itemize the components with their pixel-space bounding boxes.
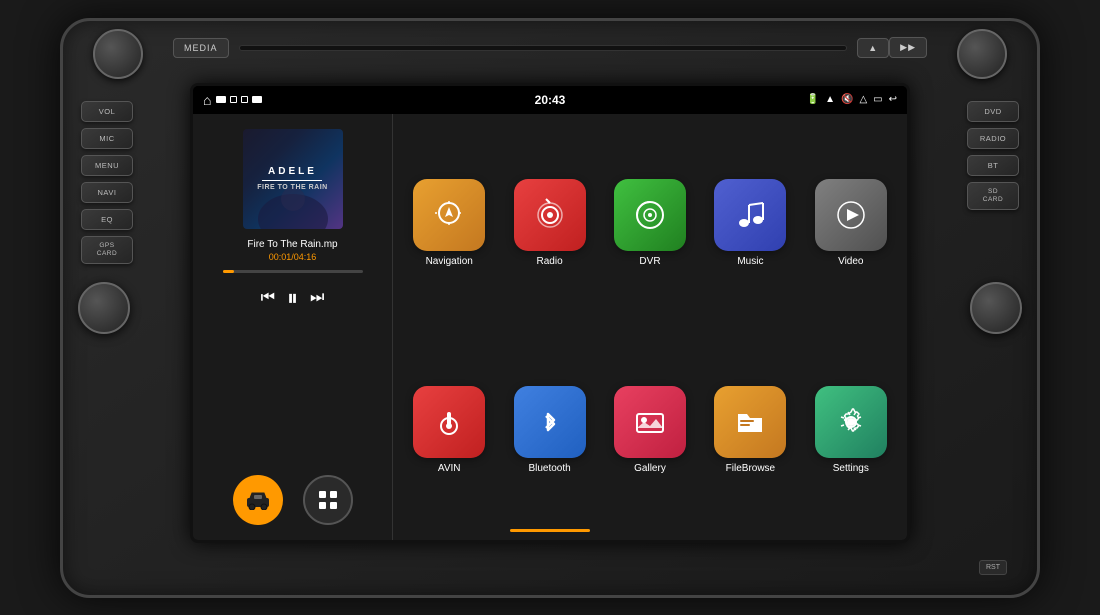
track-time: 00:01/04:16 (269, 252, 317, 262)
app-music[interactable]: Music (704, 124, 796, 323)
navi-button[interactable]: NAVI (81, 182, 133, 203)
main-screen: ⌂ 20:43 🔋 ▲ 🔇 △ ▭ ↩ (190, 83, 910, 543)
gps-card-button[interactable]: GPSCARD (81, 236, 133, 265)
sd-card-button[interactable]: SDCARD (967, 182, 1019, 211)
left-side-buttons: VOL MIC MENU NAVI EQ GPSCARD (81, 101, 133, 265)
album-art-inner: ADELE FIRE TO THE RAIN (243, 129, 343, 229)
settings-icon (815, 386, 887, 458)
status-bar: ⌂ 20:43 🔋 ▲ 🔇 △ ▭ ↩ (193, 86, 907, 114)
album-art: ADELE FIRE TO THE RAIN (243, 129, 343, 229)
current-time: 00:01 (269, 252, 292, 262)
app-radio[interactable]: Radio (503, 124, 595, 323)
video-icon (815, 179, 887, 251)
settings-label: Settings (833, 463, 869, 474)
back-icon: ↩ (889, 94, 897, 105)
right-top-knob[interactable] (957, 29, 1007, 79)
dvr-label: DVR (639, 256, 660, 267)
eq-button[interactable]: EQ (81, 209, 133, 230)
rst-button[interactable]: RST (979, 560, 1007, 575)
video-label: Video (838, 256, 863, 267)
left-top-knob[interactable] (93, 29, 143, 79)
indicator-1 (216, 96, 226, 103)
music-icon (714, 179, 786, 251)
status-time: 20:43 (535, 93, 566, 107)
play-pause-button[interactable]: ⏸ (287, 285, 298, 311)
app-navigation[interactable]: Navigation (403, 124, 495, 323)
car-head-unit: MEDIA ▲ ▶▶ VOL MIC MENU NAVI EQ GPSCARD … (60, 18, 1040, 598)
playback-controls: ⏮ ⏸ ⏭ (261, 285, 325, 311)
home-icon[interactable]: ⌂ (203, 92, 211, 108)
app-bluetooth[interactable]: Bluetooth (503, 331, 595, 530)
progress-fill (223, 270, 234, 273)
indicator-2 (230, 96, 237, 103)
bt-button[interactable]: BT (967, 155, 1019, 176)
dvd-button[interactable]: DVD (967, 101, 1019, 122)
indicator-3 (241, 96, 248, 103)
gallery-label: Gallery (634, 463, 666, 474)
dvr-icon (614, 179, 686, 251)
menu-button[interactable]: MENU (81, 155, 133, 176)
sound-icon: 🔇 (841, 94, 853, 105)
adele-label: ADELE (257, 166, 327, 177)
battery-status-icon: 🔋 (807, 94, 819, 105)
left-volume-knob[interactable] (78, 282, 130, 334)
app-dvr[interactable]: DVR (604, 124, 696, 323)
indicator-4 (252, 96, 262, 103)
navigation-label: Navigation (426, 256, 473, 267)
filebrowser-label: FileBrowse (726, 463, 775, 474)
radio-button[interactable]: RADIO (967, 128, 1019, 149)
navigation-icon (413, 179, 485, 251)
status-bar-left: ⌂ (203, 92, 262, 108)
triangle-icon: △ (859, 94, 867, 105)
app-grid-button[interactable] (303, 475, 353, 525)
app-filebrowser[interactable]: FileBrowse (704, 331, 796, 530)
avin-label: AVIN (438, 463, 461, 474)
status-indicators (216, 96, 262, 103)
wifi-icon: ▲ (825, 94, 835, 105)
car-mode-button[interactable] (233, 475, 283, 525)
content-area: ADELE FIRE TO THE RAIN Fire To The Rain.… (193, 114, 907, 540)
skip-button[interactable]: ▶▶ (889, 37, 927, 58)
right-side-buttons: DVD RADIO BT SDCARD (967, 101, 1019, 211)
mic-button[interactable]: MIC (81, 128, 133, 149)
media-button[interactable]: MEDIA (173, 38, 229, 58)
home-indicator (510, 529, 590, 532)
status-bar-right: 🔋 ▲ 🔇 △ ▭ ↩ (807, 94, 897, 105)
avin-icon (413, 386, 485, 458)
cd-slot (239, 45, 848, 51)
app-settings[interactable]: Settings (805, 331, 897, 530)
gallery-icon (614, 386, 686, 458)
total-time: 04:16 (294, 252, 317, 262)
app-grid: Navigation Radio (393, 114, 907, 540)
music-player-panel: ADELE FIRE TO THE RAIN Fire To The Rain.… (193, 114, 393, 540)
radio-label: Radio (537, 256, 563, 267)
eject-button[interactable]: ▲ (857, 38, 889, 58)
top-controls: MEDIA ▲ ▶▶ (173, 33, 927, 63)
radio-icon (514, 179, 586, 251)
rewind-button[interactable]: ⏮ (261, 289, 275, 307)
progress-bar[interactable] (223, 270, 363, 273)
right-tune-knob[interactable] (970, 282, 1022, 334)
fast-forward-button[interactable]: ⏭ (310, 289, 324, 307)
track-title: Fire To The Rain.mp (247, 239, 337, 250)
app-video[interactable]: Video (805, 124, 897, 323)
bluetooth-label: Bluetooth (528, 463, 570, 474)
bottom-panel-icons (233, 475, 353, 525)
music-label: Music (737, 256, 763, 267)
window-icon: ▭ (873, 94, 882, 105)
filebrowser-icon (714, 386, 786, 458)
app-avin[interactable]: AVIN (403, 331, 495, 530)
app-gallery[interactable]: Gallery (604, 331, 696, 530)
vol-button[interactable]: VOL (81, 101, 133, 122)
bluetooth-icon (514, 386, 586, 458)
